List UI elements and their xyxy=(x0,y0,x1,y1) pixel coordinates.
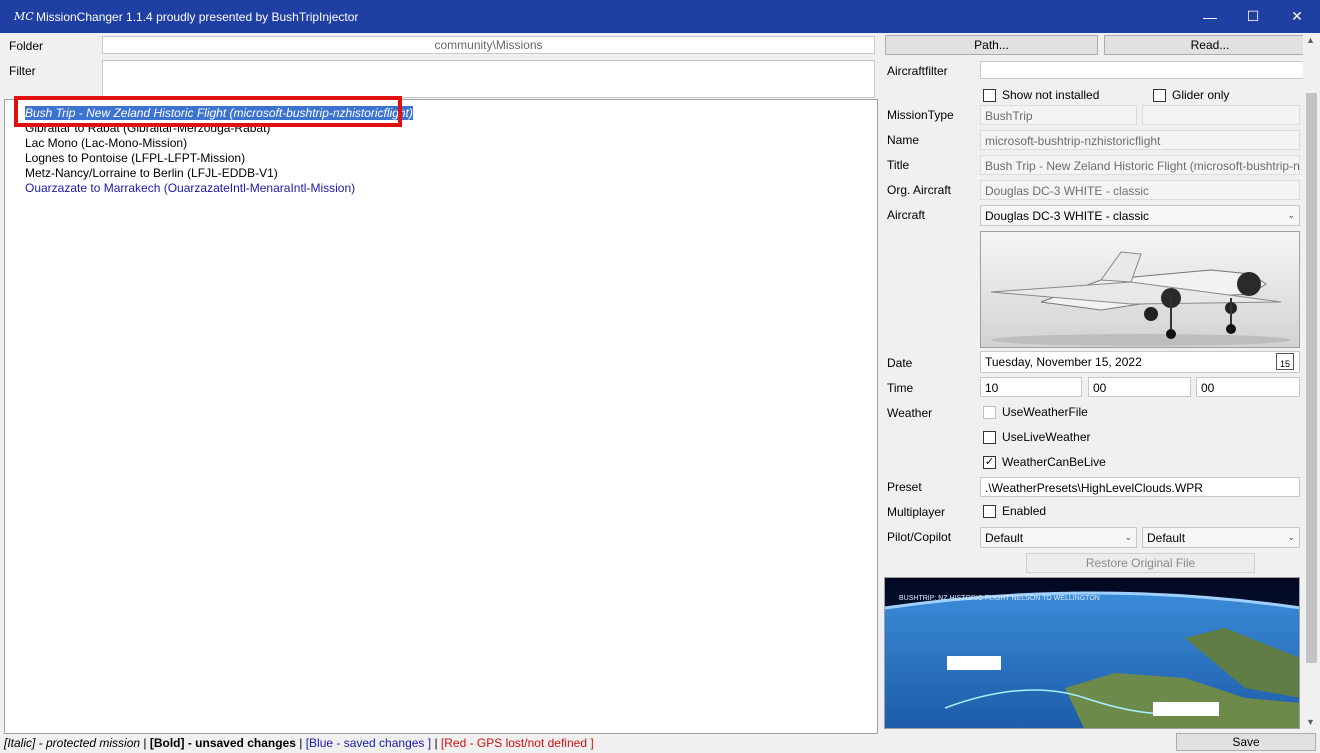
title-bar: MC MissionChanger 1.1.4 proudly presente… xyxy=(0,0,1320,33)
date-label: Date xyxy=(887,356,913,370)
maximize-button[interactable]: ☐ xyxy=(1230,0,1276,33)
missiontype-field: BushTrip xyxy=(980,105,1137,125)
pilot-dropdown[interactable]: Default ⌄ xyxy=(980,527,1137,548)
scroll-down-icon[interactable]: ▼ xyxy=(1306,717,1315,727)
time-minute-input[interactable]: 00 xyxy=(1088,377,1191,397)
use-weather-file-checkbox[interactable]: UseWeatherFile xyxy=(983,405,1088,419)
mission-map-image: BUSHTRIP: NZ HISTORIC FLIGHT NELSON TO W… xyxy=(884,577,1300,729)
right-panel-scrollbar[interactable]: ▲ ▼ xyxy=(1303,33,1320,733)
filter-input[interactable] xyxy=(102,60,875,98)
folder-label: Folder xyxy=(9,39,44,53)
dc3-airplane-icon xyxy=(990,251,1291,346)
mission-list[interactable]: Bush Trip - New Zeland Historic Flight (… xyxy=(4,99,878,734)
calendar-day-text: 15 xyxy=(1279,359,1290,369)
mission-item[interactable]: Ouarzazate to Marrakech (OuarzazateIntl-… xyxy=(25,181,355,195)
scroll-up-icon[interactable]: ▲ xyxy=(1306,35,1315,45)
aircraft-dropdown[interactable]: Douglas DC-3 WHITE - classic ⌄ xyxy=(980,205,1300,226)
minimize-button[interactable]: — xyxy=(1187,0,1233,33)
title-label: Title xyxy=(887,158,910,172)
aircraft-label: Aircraft xyxy=(887,208,926,222)
missiontype-extra-field xyxy=(1142,105,1300,125)
checkbox-box xyxy=(983,504,996,518)
check-icon: ✓ xyxy=(983,455,996,469)
pilot-copilot-label: Pilot/Copilot xyxy=(887,530,952,544)
time-second-input[interactable]: 00 xyxy=(1196,377,1300,397)
use-live-weather-checkbox[interactable]: UseLiveWeather xyxy=(983,430,1091,444)
time-hour-input[interactable]: 10 xyxy=(980,377,1082,397)
chevron-down-icon: ⌄ xyxy=(1124,532,1132,542)
path-button[interactable]: Path... xyxy=(885,35,1098,55)
glider-only-checkbox[interactable]: Glider only xyxy=(1153,88,1229,102)
close-button[interactable]: ✕ xyxy=(1274,0,1320,33)
legend-bold: [Bold] - unsaved changes xyxy=(149,736,296,750)
multiplayer-label: Multiplayer xyxy=(887,505,946,519)
legend-separator: | xyxy=(431,736,441,750)
calendar-icon[interactable]: 15 xyxy=(1276,353,1294,370)
chevron-down-icon: ⌄ xyxy=(1287,210,1295,220)
pilot-dropdown-value: Default xyxy=(985,530,1024,545)
checkbox-box xyxy=(983,405,996,419)
save-button[interactable]: Save xyxy=(1176,733,1316,751)
legend-red: [Red - GPS lost/not defined ] xyxy=(440,736,594,750)
restore-original-file-button[interactable]: Restore Original File xyxy=(1026,553,1255,573)
preset-input[interactable]: .\WeatherPresets\HighLevelClouds.WPR xyxy=(980,477,1300,497)
aircraftfilter-label: Aircraftfilter xyxy=(887,64,948,78)
org-aircraft-field: Douglas DC-3 WHITE - classic xyxy=(980,180,1300,200)
map-caption: BUSHTRIP: NZ HISTORIC FLIGHT NELSON TO W… xyxy=(899,595,1100,602)
org-aircraft-label: Org. Aircraft xyxy=(887,183,952,197)
checkbox-box xyxy=(983,88,996,102)
selection-highlight-box xyxy=(14,96,402,127)
scrollbar-thumb[interactable] xyxy=(1306,93,1317,663)
copilot-dropdown[interactable]: Default ⌄ xyxy=(1142,527,1300,548)
checkbox-box xyxy=(1153,88,1166,102)
legend-blue: [Blue - saved changes ] xyxy=(305,736,432,750)
app-icon: MC xyxy=(14,9,34,23)
glider-only-label: Glider only xyxy=(1172,88,1230,102)
window-title: MissionChanger 1.1.4 proudly presented b… xyxy=(36,9,359,24)
name-label: Name xyxy=(887,133,920,147)
weather-can-be-live-label: WeatherCanBeLive xyxy=(1002,455,1106,469)
use-live-weather-label: UseLiveWeather xyxy=(1002,430,1091,444)
show-not-installed-checkbox[interactable]: Show not installed xyxy=(983,88,1099,102)
copilot-dropdown-value: Default xyxy=(1147,530,1186,545)
time-label: Time xyxy=(887,381,914,395)
folder-field[interactable]: community\Missions xyxy=(102,36,875,54)
enabled-label: Enabled xyxy=(1002,504,1047,518)
legend-italic: [Italic] - protected mission xyxy=(4,736,141,750)
title-field: Bush Trip - New Zeland Historic Flight (… xyxy=(980,155,1300,175)
weather-label: Weather xyxy=(887,406,933,420)
mission-item[interactable]: Lognes to Pontoise (LFPL-LFPT-Mission) xyxy=(25,151,245,165)
date-picker[interactable]: Tuesday, November 15, 2022 xyxy=(980,351,1300,373)
aircraftfilter-input[interactable] xyxy=(980,61,1316,79)
multiplayer-enabled-checkbox[interactable]: Enabled xyxy=(983,504,1046,518)
chevron-down-icon: ⌄ xyxy=(1287,532,1295,542)
preset-label: Preset xyxy=(887,480,922,494)
read-button[interactable]: Read... xyxy=(1104,35,1316,55)
checkbox-box xyxy=(983,430,996,444)
date-value: Tuesday, November 15, 2022 xyxy=(985,355,1142,369)
mission-item[interactable]: Metz-Nancy/Lorraine to Berlin (LFJL-EDDB… xyxy=(25,166,278,180)
status-legend: [Italic] - protected mission | [Bold] - … xyxy=(4,736,594,750)
show-not-installed-label: Show not installed xyxy=(1002,88,1100,102)
filter-label: Filter xyxy=(9,64,36,78)
legend-separator: | xyxy=(140,736,150,750)
weather-can-be-live-checkbox[interactable]: ✓ WeatherCanBeLive xyxy=(983,455,1106,469)
missiontype-label: MissionType xyxy=(887,108,954,122)
aircraft-dropdown-value: Douglas DC-3 WHITE - classic xyxy=(985,208,1150,223)
name-field: microsoft-bushtrip-nzhistoricflight xyxy=(980,130,1300,150)
use-weather-file-label: UseWeatherFile xyxy=(1002,405,1088,419)
mission-item[interactable]: Lac Mono (Lac-Mono-Mission) xyxy=(25,136,187,150)
legend-separator: | xyxy=(295,736,306,750)
earth-map-icon: BUSHTRIP: NZ HISTORIC FLIGHT NELSON TO W… xyxy=(885,578,1299,728)
aircraft-preview-image xyxy=(980,231,1300,348)
